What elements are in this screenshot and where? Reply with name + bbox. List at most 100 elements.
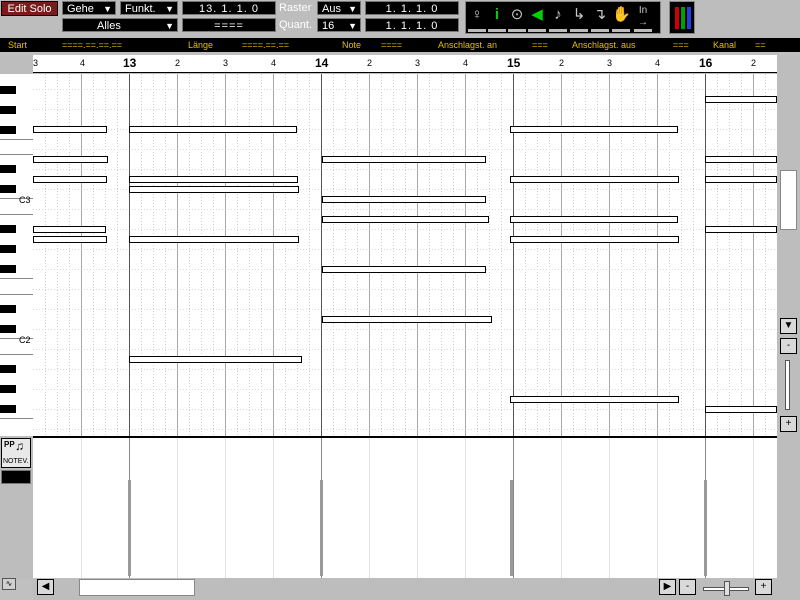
chevron-down-icon: ▼ bbox=[348, 4, 357, 14]
black-key[interactable] bbox=[0, 225, 16, 233]
start-value[interactable]: ====.==.==.== bbox=[62, 38, 122, 52]
vertical-scroll-thumb[interactable] bbox=[780, 170, 797, 230]
velocity-on-value[interactable]: === bbox=[532, 38, 548, 52]
black-key[interactable] bbox=[0, 305, 16, 313]
black-key[interactable] bbox=[0, 245, 16, 253]
velocity-bar[interactable] bbox=[320, 480, 323, 576]
ruler-tick: 3 bbox=[223, 58, 229, 68]
piano-keyboard[interactable]: C3 C2 bbox=[0, 74, 34, 436]
info-icon[interactable]: i bbox=[488, 5, 506, 25]
hand-icon[interactable]: ✋ bbox=[612, 5, 631, 25]
black-key[interactable] bbox=[0, 265, 16, 273]
blank-display[interactable]: ==== bbox=[182, 18, 276, 32]
velocity-bar[interactable] bbox=[704, 480, 707, 576]
edit-solo-button[interactable]: Edit Solo bbox=[1, 1, 58, 16]
tool-indicator bbox=[591, 29, 609, 32]
note-event[interactable] bbox=[129, 176, 298, 183]
scroll-right-button[interactable]: ▶ bbox=[659, 579, 676, 595]
filter-dropdown[interactable]: Alles ▼ bbox=[62, 18, 178, 32]
velocity-lane[interactable] bbox=[33, 436, 777, 578]
velocity-bar[interactable] bbox=[510, 480, 513, 576]
note-event[interactable] bbox=[322, 156, 486, 163]
note-event[interactable] bbox=[510, 126, 678, 133]
quant-display[interactable]: 1. 1. 1. 0 bbox=[365, 18, 459, 32]
function-dropdown[interactable]: Funkt. ▼ bbox=[120, 1, 178, 15]
black-key[interactable] bbox=[0, 405, 16, 413]
ruler-tick: 2 bbox=[367, 58, 373, 68]
raster-display[interactable]: 1. 1. 1. 0 bbox=[365, 1, 459, 15]
split-icon[interactable]: ↴ bbox=[591, 5, 609, 25]
note-event[interactable] bbox=[705, 226, 777, 233]
note-event[interactable] bbox=[705, 176, 777, 183]
tool-indicator bbox=[549, 29, 567, 32]
zoom-out-vertical-button[interactable]: - bbox=[780, 338, 797, 354]
graph-icon[interactable]: ∿ bbox=[2, 578, 16, 590]
note-grid[interactable] bbox=[33, 74, 777, 436]
note-event[interactable] bbox=[705, 96, 777, 103]
vertical-scrollbar[interactable]: ▼ - + bbox=[777, 55, 800, 436]
note-event[interactable] bbox=[33, 236, 107, 243]
note-event[interactable] bbox=[33, 156, 108, 163]
black-key[interactable] bbox=[0, 126, 16, 134]
note-event[interactable] bbox=[705, 406, 777, 413]
controller-selector[interactable] bbox=[1, 470, 31, 484]
position-display[interactable]: 13. 1. 1. 0 bbox=[182, 1, 276, 15]
key-divider bbox=[0, 278, 33, 279]
note-event[interactable] bbox=[33, 126, 107, 133]
note-event[interactable] bbox=[322, 316, 492, 323]
note-event[interactable] bbox=[33, 226, 106, 233]
channel-value[interactable]: == bbox=[755, 38, 766, 52]
horizontal-zoom-handle[interactable] bbox=[724, 581, 730, 596]
note-event[interactable] bbox=[510, 396, 679, 403]
in-out-icon[interactable]: In → bbox=[634, 5, 652, 28]
black-key[interactable] bbox=[0, 325, 16, 333]
goto-dropdown[interactable]: Gehe ▼ bbox=[62, 1, 116, 15]
note-event[interactable] bbox=[33, 176, 107, 183]
ruler[interactable]: 3 4 13 2 3 4 14 2 3 4 15 2 3 4 16 2 bbox=[33, 55, 777, 73]
note-event[interactable] bbox=[705, 156, 777, 163]
quant-dropdown[interactable]: 16 ▼ bbox=[317, 18, 361, 32]
note-event[interactable] bbox=[129, 356, 302, 363]
blue-pencil-icon bbox=[687, 7, 691, 29]
note-event[interactable] bbox=[129, 186, 299, 193]
zoom-out-horizontal-button[interactable]: - bbox=[679, 579, 696, 595]
note-event[interactable] bbox=[322, 216, 489, 223]
note-event[interactable] bbox=[510, 236, 679, 243]
velocity-off-value[interactable]: === bbox=[673, 38, 689, 52]
raster-dropdown[interactable]: Aus ▼ bbox=[317, 1, 361, 15]
black-key[interactable] bbox=[0, 185, 16, 193]
vertical-zoom-slider[interactable] bbox=[785, 360, 790, 410]
scroll-down-button[interactable]: ▼ bbox=[780, 318, 797, 334]
note-icon[interactable]: ♪ bbox=[549, 5, 567, 25]
note-velocity-button[interactable]: PP ♫ NOTEV. bbox=[1, 438, 31, 468]
black-key[interactable] bbox=[0, 106, 16, 114]
note-event[interactable] bbox=[129, 126, 297, 133]
note-event[interactable] bbox=[129, 236, 299, 243]
note-event[interactable] bbox=[322, 196, 486, 203]
note-event[interactable] bbox=[510, 176, 679, 183]
mute-icon[interactable]: ⊙ bbox=[508, 5, 526, 25]
ruler-tick: 3 bbox=[415, 58, 421, 68]
speaker-icon[interactable]: ◀ bbox=[528, 5, 546, 25]
length-value[interactable]: ====.==.== bbox=[242, 38, 289, 52]
black-key[interactable] bbox=[0, 385, 16, 393]
zoom-in-vertical-button[interactable]: + bbox=[780, 416, 797, 432]
step-icon[interactable]: ↳ bbox=[570, 5, 588, 25]
ruler-tick: 4 bbox=[463, 58, 469, 68]
black-key[interactable] bbox=[0, 365, 16, 373]
chevron-down-icon: ▼ bbox=[165, 4, 174, 14]
tool-indicator bbox=[528, 29, 546, 32]
black-key[interactable] bbox=[0, 165, 16, 173]
loop-icon[interactable]: ♀ bbox=[468, 5, 486, 25]
scroll-left-button[interactable]: ◀ bbox=[37, 579, 54, 595]
horizontal-scroll-thumb[interactable] bbox=[79, 579, 195, 596]
note-event[interactable] bbox=[322, 266, 486, 273]
horizontal-scrollbar[interactable]: ◀ ▶ - + bbox=[33, 578, 800, 600]
note-value[interactable]: ==== bbox=[381, 38, 402, 52]
zoom-in-horizontal-button[interactable]: + bbox=[755, 579, 772, 595]
black-key[interactable] bbox=[0, 86, 16, 94]
velocity-bar[interactable] bbox=[128, 480, 131, 576]
note-event[interactable] bbox=[510, 216, 678, 223]
ruler-tick: 4 bbox=[655, 58, 661, 68]
color-pencils-button[interactable] bbox=[669, 1, 695, 34]
